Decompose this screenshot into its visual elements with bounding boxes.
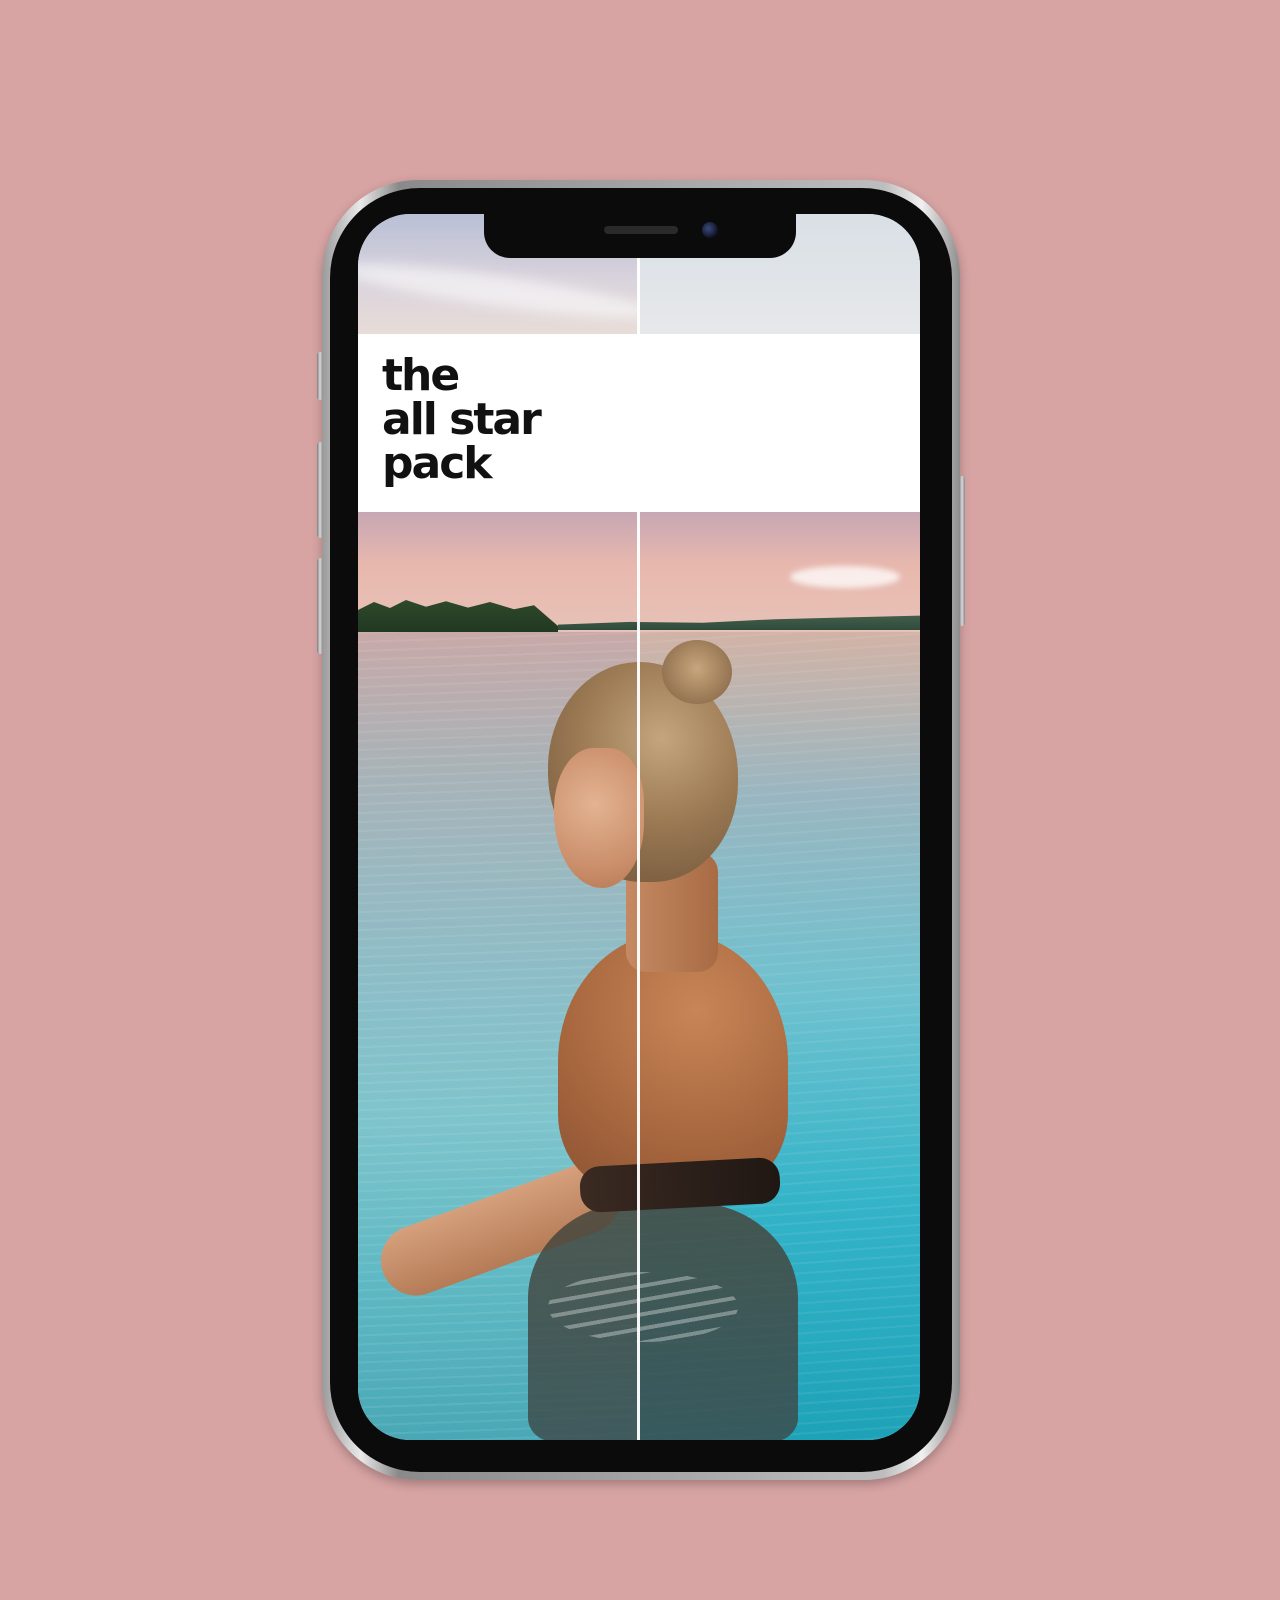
swimsuit: [578, 1156, 782, 1214]
water-ripple: [548, 1272, 738, 1342]
hair-bun: [662, 640, 732, 704]
title-line-3: pack: [382, 438, 493, 489]
title-line-2: all star: [382, 394, 542, 445]
volume-up-button: [317, 442, 323, 538]
volume-down-button: [317, 558, 323, 654]
speaker-grille: [604, 226, 678, 234]
cloud: [358, 253, 659, 329]
pack-title: the all star pack: [382, 350, 542, 489]
title-line-1: the: [382, 350, 460, 401]
phone-notch: [484, 214, 796, 258]
face: [554, 748, 644, 888]
silent-switch: [317, 352, 323, 400]
before-after-divider[interactable]: [637, 214, 640, 1440]
phone-screen: the all star pack: [358, 214, 920, 1440]
power-button: [959, 476, 965, 626]
front-camera: [702, 222, 718, 238]
